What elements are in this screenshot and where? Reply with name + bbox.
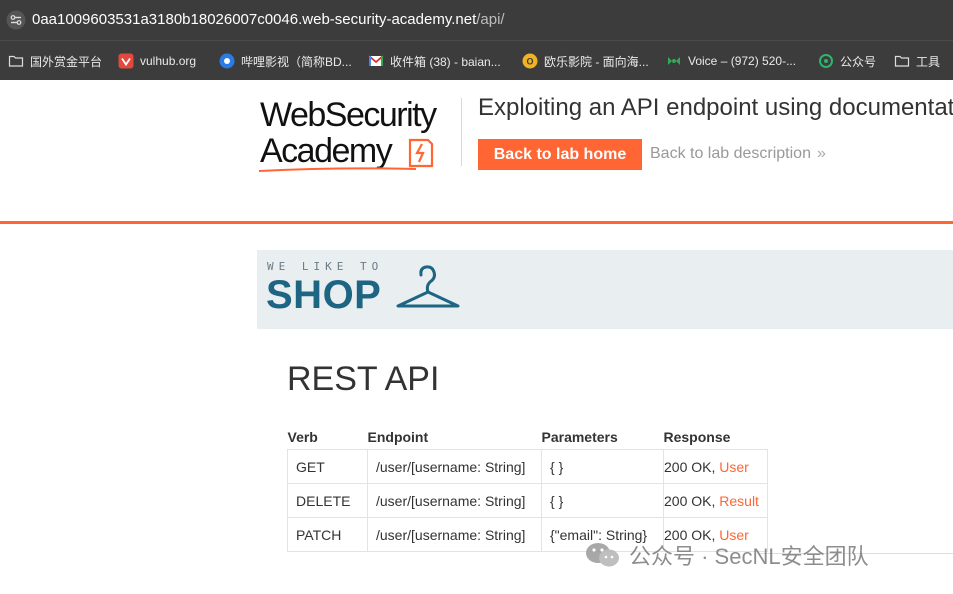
address-bar[interactable]: 0aa1009603531a3180b18026007c0046.web-sec…: [0, 0, 953, 40]
logo-text-line1: WebSecurity: [260, 96, 437, 134]
shop-name: SHOP: [266, 273, 382, 317]
web-security-academy-logo[interactable]: WebSecurity Academy: [258, 98, 463, 174]
header-divider: [461, 98, 462, 166]
bookmark-item[interactable]: vulhub.org: [118, 51, 196, 71]
verb-cell: PATCH: [287, 517, 368, 552]
back-to-lab-description-link[interactable]: Back to lab description »: [650, 145, 826, 163]
verb-cell: DELETE: [287, 483, 368, 518]
wechat-icon: [819, 54, 833, 68]
bookmark-item[interactable]: 哔哩影视（简称BD...: [219, 51, 352, 71]
double-chevron-right-icon: »: [816, 145, 826, 162]
folder-icon: [8, 55, 24, 67]
bookmark-item[interactable]: 收件箱 (38) - baian...: [368, 51, 501, 71]
bookmark-label: 收件箱 (38) - baian...: [390, 54, 501, 69]
column-header-response: Response: [663, 429, 731, 445]
site-settings-icon[interactable]: [6, 10, 26, 30]
bd-icon: [219, 53, 235, 69]
response-type-link[interactable]: User: [719, 459, 749, 475]
response-type-link[interactable]: Result: [719, 493, 759, 509]
response-status: 200 OK,: [664, 458, 716, 475]
bookmark-label: 欧乐影院 - 面向海...: [544, 54, 649, 69]
parameters-cell: { }: [541, 449, 664, 484]
response-cell: 200 OK, Result: [663, 483, 768, 518]
bookmarks-bar: 国外赏金平台 vulhub.org 哔哩影视（简称BD... 收件箱 (38) …: [0, 40, 953, 80]
api-table: Verb Endpoint Parameters Response GET /u…: [287, 425, 768, 552]
endpoint-cell: /user/[username: String]: [367, 449, 542, 484]
watermark-text: 公众号 · SecNL安全团队: [629, 544, 869, 569]
voice-icon: [668, 57, 680, 65]
table-row: DELETE /user/[username: String] { } 200 …: [287, 483, 768, 518]
endpoint-cell: /user/[username: String]: [367, 517, 542, 552]
page-title: REST API: [287, 360, 440, 398]
folder-icon: [894, 55, 910, 67]
bookmark-item[interactable]: 公众号: [818, 51, 876, 71]
bookmark-label: 公众号: [840, 54, 877, 69]
vulhub-icon: [118, 53, 134, 69]
shop-banner[interactable]: WE LIKE TO SHOP: [257, 250, 953, 329]
bookmark-label: 国外赏金平台: [30, 54, 103, 69]
logo-text-line2: Academy: [260, 132, 393, 170]
logo-underline: [258, 167, 417, 172]
watermark: 公众号 · SecNL安全团队: [585, 540, 869, 570]
bookmark-label: 工具: [916, 54, 941, 69]
bookmark-label: vulhub.org: [140, 54, 197, 68]
response-cell: 200 OK, User: [663, 449, 768, 484]
header-rule: [0, 221, 953, 224]
hanger-icon: [396, 265, 460, 308]
bookmark-item[interactable]: 国外赏金平台: [8, 51, 102, 71]
back-to-lab-home-button[interactable]: Back to lab home: [478, 139, 642, 170]
response-status: 200 OK,: [664, 492, 716, 509]
url-domain: 0aa1009603531a3180b18026007c0046.web-sec…: [32, 11, 477, 28]
column-header-parameters: Parameters: [541, 429, 618, 445]
olevod-icon: O: [522, 53, 538, 69]
parameters-cell: { }: [541, 483, 664, 518]
column-header-endpoint: Endpoint: [367, 429, 429, 445]
table-row: GET /user/[username: String] { } 200 OK,…: [287, 449, 768, 484]
bookmark-item[interactable]: Voice – (972) 520-...: [666, 51, 796, 71]
svg-text:O: O: [526, 57, 533, 67]
wechat-watermark-icon: [586, 543, 619, 567]
url-path: /api/: [476, 11, 505, 28]
lab-title: Exploiting an API endpoint using documen…: [478, 94, 953, 121]
academy-flash-icon: [408, 138, 434, 168]
bookmark-item[interactable]: 工具: [894, 51, 940, 71]
back-description-label: Back to lab description: [650, 145, 811, 162]
gmail-icon: [368, 55, 384, 66]
bookmark-item[interactable]: O 欧乐影院 - 面向海...: [522, 51, 649, 71]
verb-cell: GET: [287, 449, 368, 484]
bookmark-label: Voice – (972) 520-...: [688, 54, 797, 68]
url-text[interactable]: 0aa1009603531a3180b18026007c0046.web-sec…: [32, 11, 505, 29]
endpoint-cell: /user/[username: String]: [367, 483, 542, 518]
shop-tagline: WE LIKE TO: [267, 260, 384, 273]
table-header-row: Verb Endpoint Parameters Response: [288, 425, 768, 450]
bookmark-label: 哔哩影视（简称BD...: [241, 54, 352, 69]
column-header-verb: Verb: [287, 429, 318, 445]
